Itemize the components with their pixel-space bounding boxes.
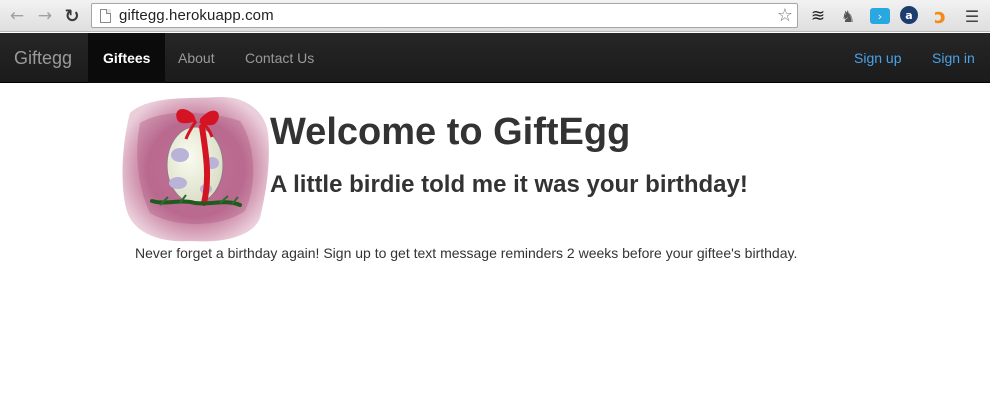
sign-in-link[interactable]: Sign in	[917, 33, 990, 83]
intro-text: Never forget a birthday again! Sign up t…	[135, 245, 798, 261]
page-icon	[100, 9, 111, 23]
brand-link[interactable]: Giftegg	[14, 48, 72, 69]
star-icon[interactable]: ☆	[777, 5, 793, 26]
a-badge-icon[interactable]: a	[900, 6, 918, 24]
url-text[interactable]: giftegg.herokuapp.com	[119, 7, 274, 24]
back-arrow-icon[interactable]: ←	[6, 5, 28, 27]
reload-icon[interactable]: ↻	[61, 5, 83, 27]
forward-arrow-icon[interactable]: →	[34, 5, 56, 27]
sign-up-link[interactable]: Sign up	[839, 33, 916, 83]
evernote-icon[interactable]: ♞	[838, 6, 858, 26]
spiral-icon[interactable]: ↄ	[930, 4, 950, 28]
address-bar[interactable]: giftegg.herokuapp.com ☆	[91, 3, 798, 28]
menu-icon[interactable]: ☰	[962, 6, 982, 26]
layers-icon[interactable]: ≋	[808, 6, 828, 26]
nav-item-giftees[interactable]: Giftees	[88, 33, 166, 83]
nav-item-about[interactable]: About	[163, 33, 230, 83]
tag-icon[interactable]: ›	[870, 8, 890, 24]
page-subtitle: A little birdie told me it was your birt…	[270, 171, 748, 198]
gift-egg-image	[122, 96, 269, 242]
browser-toolbar: ← → ↻ giftegg.herokuapp.com ☆ ≋ ♞ › a ↄ …	[0, 0, 990, 32]
page-title: Welcome to GiftEgg	[270, 111, 631, 153]
site-navbar: Giftegg Giftees About Contact Us Sign up…	[0, 33, 990, 83]
nav-item-contact-us[interactable]: Contact Us	[230, 33, 329, 83]
